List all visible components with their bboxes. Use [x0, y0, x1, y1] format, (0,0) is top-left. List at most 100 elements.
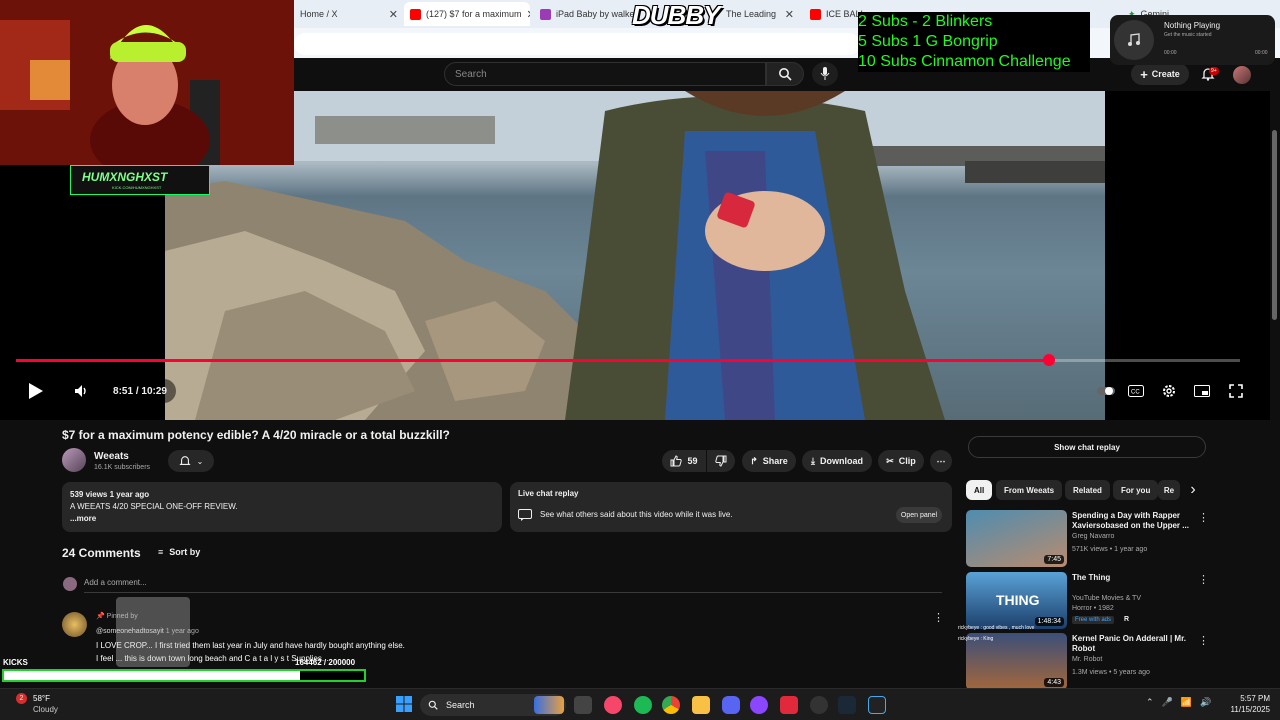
bell-icon: [179, 456, 191, 465]
thumbnail-title-art: THING: [996, 592, 1040, 608]
closed-captions-icon: CC: [1128, 385, 1144, 397]
video-frame[interactable]: [165, 91, 1105, 420]
download-button[interactable]: ⤓ Download: [802, 450, 872, 472]
mute-button[interactable]: [70, 380, 92, 402]
add-comment-input[interactable]: Add a comment...: [84, 578, 147, 587]
subscribed-bell-button[interactable]: ⌄: [168, 450, 214, 472]
search-highlight-icon: [534, 696, 564, 714]
description-box[interactable]: 539 views 1 year ago A WEEATS 4/20 SPECI…: [62, 482, 502, 532]
svg-text:CC: CC: [1131, 390, 1140, 396]
clip-button[interactable]: ✂ Clip: [878, 450, 924, 472]
open-panel-button[interactable]: Open panel: [896, 507, 942, 523]
tab-home-x[interactable]: Home / X ✕: [294, 2, 404, 26]
chip-related[interactable]: Related: [1065, 480, 1110, 500]
close-tab-icon[interactable]: ✕: [785, 8, 794, 21]
video-thumbnail[interactable]: THING 1:48:34: [966, 572, 1067, 629]
plus-icon: +: [1140, 66, 1148, 82]
create-button[interactable]: + Create: [1131, 63, 1189, 85]
download-icon: ⤓: [811, 455, 815, 466]
tab-label: iPad Baby by walkedo: [556, 9, 634, 19]
chevron-right-icon[interactable]: ›: [1184, 480, 1202, 500]
comment-menu-icon[interactable]: ⋮: [933, 611, 944, 624]
chip-recently[interactable]: Re: [1158, 480, 1180, 500]
rec-title[interactable]: The Thing: [1072, 573, 1192, 583]
account-avatar[interactable]: [1233, 66, 1251, 84]
taskbar-search-label: Search: [446, 700, 475, 710]
more-vertical-icon[interactable]: ⋮: [1198, 511, 1209, 524]
clip-label: Clip: [898, 456, 916, 466]
rec-title[interactable]: Kernel Panic On Adderall | Mr. Robot: [1072, 634, 1192, 654]
tab-the-leading[interactable]: The Leading ✕: [720, 2, 800, 26]
windows-start-icon[interactable]: [396, 696, 412, 717]
app-icon[interactable]: [750, 696, 768, 714]
chip-for-you[interactable]: For you: [1113, 480, 1159, 500]
channel-avatar[interactable]: [62, 448, 86, 472]
rec-channel: Mr. Robot: [1072, 656, 1103, 663]
autoplay-toggle[interactable]: [1094, 380, 1118, 402]
gear-icon: [1163, 385, 1175, 397]
dislike-button[interactable]: [707, 450, 735, 472]
rec-meta: Horror • 1982: [1072, 605, 1114, 612]
share-button[interactable]: ↱ Share: [742, 450, 796, 472]
task-view-icon[interactable]: [574, 696, 592, 714]
show-chat-replay-button[interactable]: Show chat replay: [968, 436, 1206, 458]
tab-ice-ball[interactable]: ICE BALL FOR SPEEZE: [804, 2, 864, 26]
scissors-icon: ✂: [886, 455, 894, 466]
subscriber-count: 16.1K subscribers: [94, 464, 151, 471]
clock-date: 11/15/2025: [1230, 705, 1270, 714]
channel-name[interactable]: Weeats: [94, 451, 129, 462]
system-tray[interactable]: ⌃🎤📶🔊: [1146, 697, 1219, 708]
app-icon[interactable]: [780, 696, 798, 714]
tab-youtube-video[interactable]: (127) $7 for a maximum ✕: [404, 2, 530, 26]
free-with-ads-badge: Free with ads: [1072, 616, 1115, 624]
search-input[interactable]: Search: [444, 62, 766, 86]
voice-search-button[interactable]: [812, 62, 838, 86]
tab-label: Home / X: [300, 9, 338, 19]
like-button[interactable]: 59: [662, 450, 706, 472]
terminal-icon[interactable]: [868, 696, 886, 714]
more-actions-button[interactable]: ⋯: [930, 450, 952, 472]
scrollbar-thumb[interactable]: [1272, 130, 1277, 320]
address-bar[interactable]: [294, 33, 860, 55]
share-icon: ↱: [750, 455, 758, 466]
rec-title[interactable]: Spending a Day with Rapper Xaviersobased…: [1072, 511, 1192, 531]
duration-badge: 1:48:34: [1034, 617, 1064, 626]
weather-alert-badge: 2: [16, 693, 27, 704]
kicks-label: KICKS: [3, 658, 28, 667]
music-time-start: 00:00: [1164, 50, 1177, 56]
weather-widget[interactable]: 58°F Cloudy: [33, 693, 58, 715]
show-more-link[interactable]: ...more: [70, 513, 494, 525]
taskbar-clock[interactable]: 5:57 PM 11/15/2025: [1210, 693, 1270, 715]
play-button[interactable]: [24, 380, 48, 402]
steam-icon[interactable]: [838, 696, 856, 714]
recommended-video[interactable]: 7:45 Spending a Day with Rapper Xavierso…: [966, 510, 1209, 568]
commenter-avatar[interactable]: [62, 612, 87, 637]
more-vertical-icon[interactable]: ⋮: [1198, 634, 1209, 647]
tab-ipad-baby[interactable]: iPad Baby by walkedo: [534, 2, 634, 26]
fullscreen-button[interactable]: [1224, 380, 1248, 402]
recommended-video[interactable]: THING 1:48:34 The Thing YouTube Movies &…: [966, 572, 1209, 630]
subtitles-button[interactable]: CC: [1124, 380, 1148, 402]
recommended-video[interactable]: 4:43 Kernel Panic On Adderall | Mr. Robo…: [966, 633, 1209, 691]
sort-comments-button[interactable]: ≡ Sort by: [158, 547, 200, 557]
app-icon[interactable]: [810, 696, 828, 714]
chip-from-weeats[interactable]: From Weeats: [996, 480, 1063, 500]
settings-button[interactable]: [1157, 380, 1181, 402]
music-time-end: 00:00: [1255, 50, 1268, 56]
more-vertical-icon[interactable]: ⋮: [1198, 573, 1209, 586]
file-explorer-icon[interactable]: [692, 696, 710, 714]
miniplayer-button[interactable]: [1190, 380, 1214, 402]
search-button[interactable]: [766, 62, 804, 86]
chrome-icon[interactable]: [662, 696, 680, 714]
rec-meta: 571K views • 1 year ago: [1072, 546, 1148, 553]
spotify-icon[interactable]: [634, 696, 652, 714]
chip-all[interactable]: All: [966, 480, 993, 500]
itunes-icon[interactable]: [604, 696, 622, 714]
close-tab-icon[interactable]: ✕: [389, 8, 398, 21]
video-scene-image: [165, 91, 1105, 420]
description-text: A WEEATS 4/20 SPECIAL ONE-OFF REVIEW.: [70, 502, 238, 511]
rec-channel: Greg Navarro: [1072, 533, 1115, 540]
discord-icon[interactable]: [722, 696, 740, 714]
close-tab-icon[interactable]: ✕: [527, 8, 530, 21]
video-thumbnail[interactable]: 7:45: [966, 510, 1067, 567]
